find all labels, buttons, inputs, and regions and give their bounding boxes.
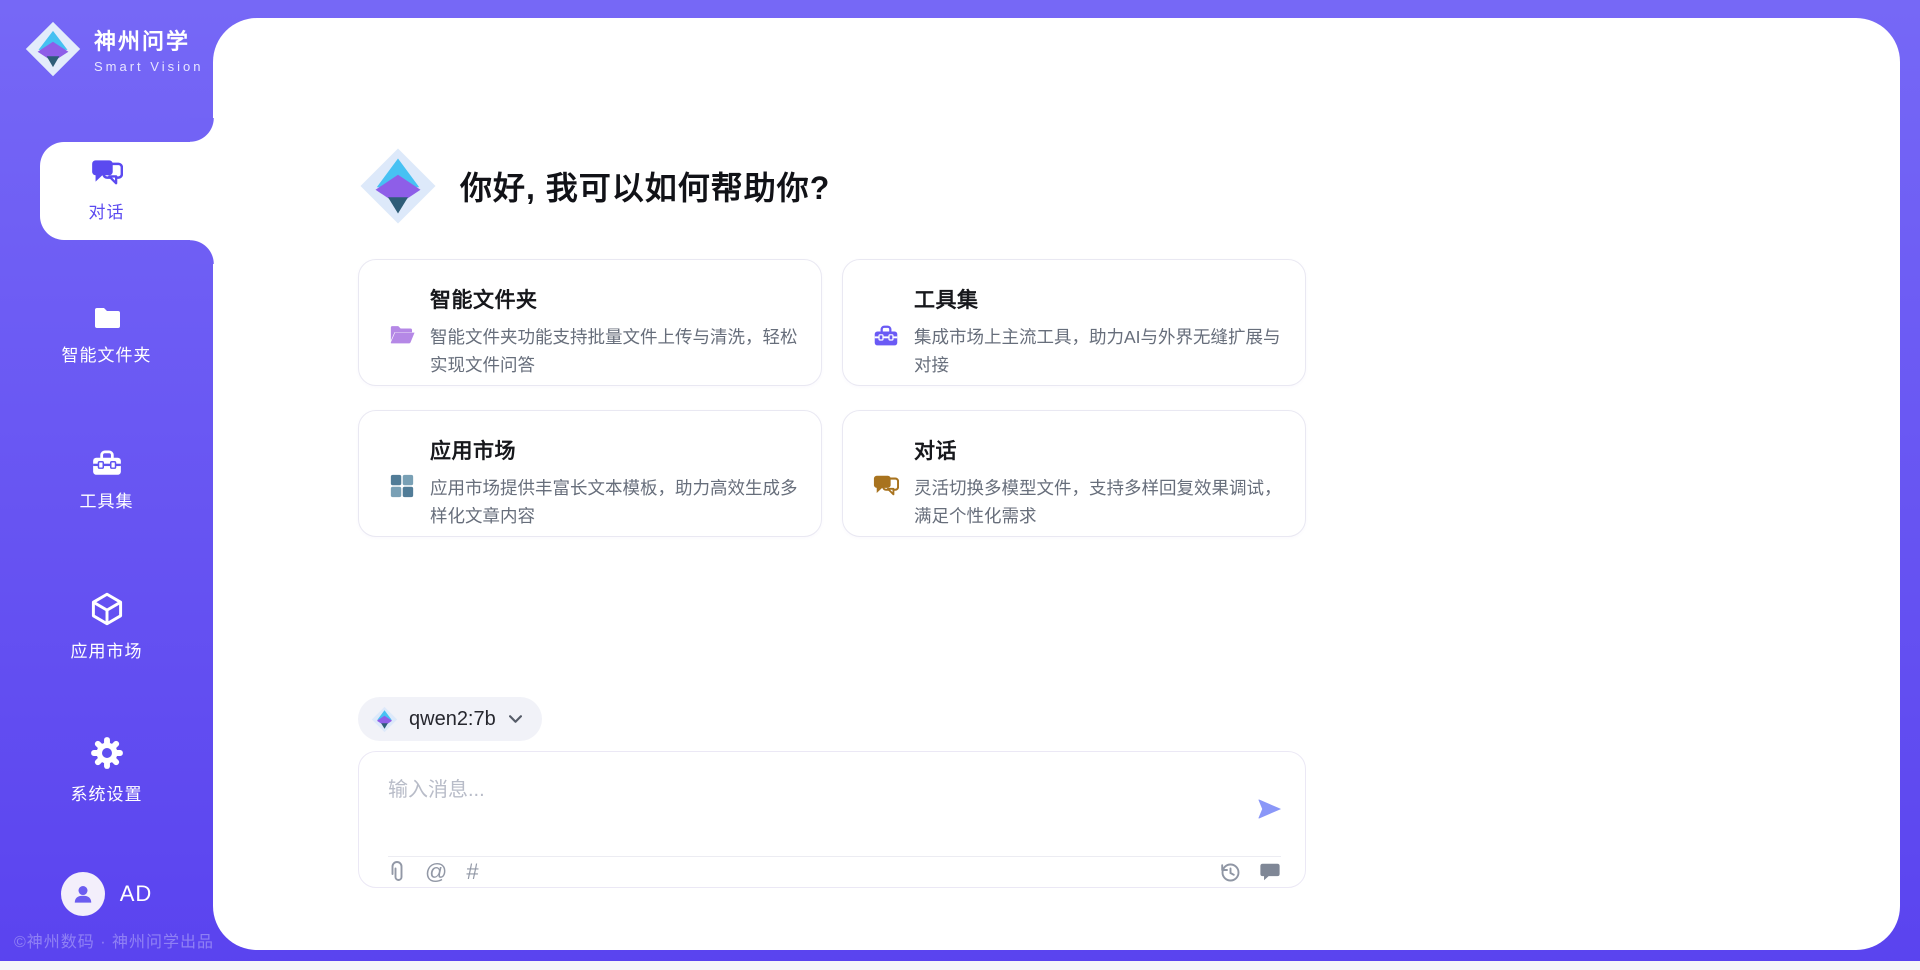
horizontal-scrollbar[interactable] bbox=[0, 961, 1920, 970]
chat-bubbles-icon bbox=[873, 436, 899, 536]
gear-icon bbox=[90, 736, 124, 770]
greeting-text: 你好, 我可以如何帮助你? bbox=[460, 163, 830, 209]
person-icon bbox=[70, 881, 96, 907]
card-smart-folder[interactable]: 智能文件夹 智能文件夹功能支持批量文件上传与清洗，轻松实现文件问答 bbox=[358, 259, 822, 386]
card-app-market[interactable]: 应用市场 应用市场提供丰富长文本模板，助力高效生成多样化文章内容 bbox=[358, 410, 822, 537]
history-icon[interactable] bbox=[1218, 860, 1242, 884]
sidebar-item-label: 工具集 bbox=[80, 487, 134, 512]
chat-bubble-icon[interactable] bbox=[1259, 861, 1281, 883]
brand-name: 神州问学 bbox=[94, 24, 203, 56]
message-input-card: @ # bbox=[358, 751, 1306, 888]
card-description: 智能文件夹功能支持批量文件上传与清洗，轻松实现文件问答 bbox=[430, 323, 802, 379]
user-initials: AD bbox=[120, 881, 153, 907]
model-selector[interactable]: qwen2:7b bbox=[358, 697, 542, 741]
brand-subtitle: Smart Vision bbox=[94, 59, 203, 74]
active-nav-corner-top bbox=[190, 118, 214, 142]
message-input[interactable] bbox=[388, 773, 1218, 843]
sidebar-item-settings[interactable]: 系统设置 bbox=[0, 736, 213, 805]
card-description: 集成市场上主流工具，助力AI与外界无缝扩展与对接 bbox=[914, 323, 1286, 379]
sidebar-item-label: 应用市场 bbox=[71, 637, 143, 662]
card-description: 灵活切换多模型文件，支持多样回复效果调试，满足个性化需求 bbox=[914, 474, 1286, 530]
sidebar-item-app-market[interactable]: 应用市场 bbox=[0, 591, 213, 662]
greeting-diamond-icon bbox=[358, 146, 438, 226]
send-icon[interactable] bbox=[1257, 796, 1283, 822]
toolbox-icon bbox=[873, 285, 899, 385]
active-nav-corner-bottom bbox=[190, 240, 214, 264]
chat-bubbles-icon bbox=[91, 158, 123, 188]
sidebar-item-label: 系统设置 bbox=[71, 780, 143, 805]
card-title: 应用市场 bbox=[430, 435, 802, 465]
card-description: 应用市场提供丰富长文本模板，助力高效生成多样化文章内容 bbox=[430, 474, 802, 530]
chevron-down-icon bbox=[509, 715, 522, 723]
card-chat[interactable]: 对话 灵活切换多模型文件，支持多样回复效果调试，满足个性化需求 bbox=[842, 410, 1306, 537]
model-name: qwen2:7b bbox=[409, 708, 496, 731]
grid-icon bbox=[389, 436, 415, 536]
greeting-block: 你好, 我可以如何帮助你? bbox=[358, 146, 830, 226]
copyright-text: ©神州数码 · 神州问学出品 bbox=[14, 928, 214, 952]
content-area: 你好, 我可以如何帮助你? 智能文件夹 智能文件夹功能支持批量文件上传与清洗，轻… bbox=[358, 0, 1306, 970]
cube-icon bbox=[90, 591, 124, 627]
sidebar-item-chat[interactable]: 对话 bbox=[0, 158, 213, 223]
folder-icon bbox=[91, 303, 123, 331]
card-title: 工具集 bbox=[914, 284, 1286, 314]
sidebar-item-label: 智能文件夹 bbox=[62, 341, 152, 366]
card-title: 智能文件夹 bbox=[430, 284, 802, 314]
sidebar-item-toolset[interactable]: 工具集 bbox=[0, 447, 213, 512]
model-diamond-icon bbox=[371, 706, 398, 733]
toolbox-icon bbox=[91, 447, 123, 477]
avatar bbox=[61, 872, 105, 916]
card-title: 对话 bbox=[914, 435, 1286, 465]
feature-cards: 智能文件夹 智能文件夹功能支持批量文件上传与清洗，轻松实现文件问答 工具集 集成… bbox=[358, 259, 1306, 537]
user-account[interactable]: AD bbox=[0, 872, 213, 916]
mention-icon[interactable]: @ bbox=[425, 861, 447, 883]
open-folder-icon bbox=[389, 285, 415, 385]
card-toolset[interactable]: 工具集 集成市场上主流工具，助力AI与外界无缝扩展与对接 bbox=[842, 259, 1306, 386]
input-toolbar: @ # bbox=[388, 857, 1281, 887]
brand-diamond-icon bbox=[24, 20, 82, 78]
sidebar-item-smart-folder[interactable]: 智能文件夹 bbox=[0, 303, 213, 366]
sidebar-item-label: 对话 bbox=[89, 198, 125, 223]
hashtag-icon[interactable]: # bbox=[466, 861, 478, 883]
attachment-icon[interactable] bbox=[388, 860, 406, 884]
brand-logo: 神州问学 Smart Vision bbox=[24, 20, 203, 78]
